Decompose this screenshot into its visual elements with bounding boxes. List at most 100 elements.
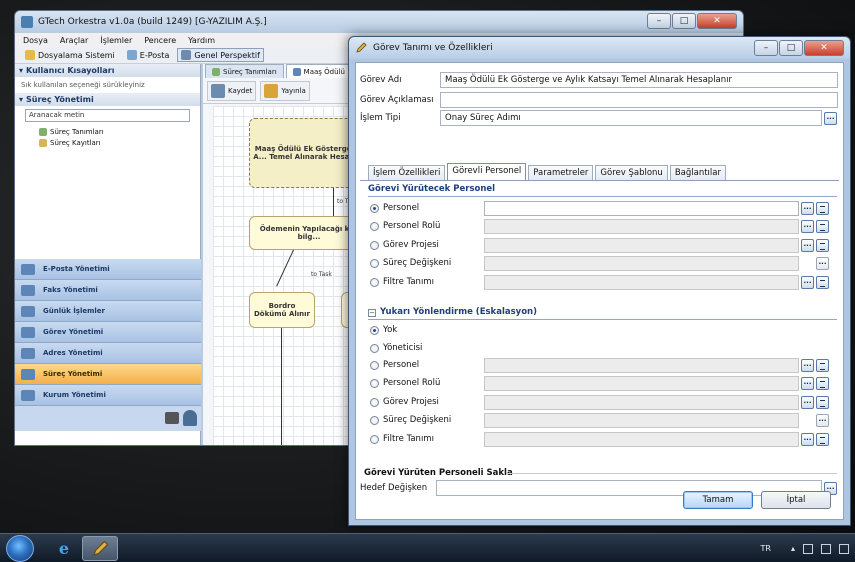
dosyalama-button[interactable]: Dosyalama Sistemi: [21, 48, 119, 62]
islem-tipi-input[interactable]: Onay Süreç Adımı: [440, 110, 822, 126]
gorev-projesi-list-button[interactable]: [816, 239, 829, 252]
esk-personel-browse-button[interactable]: ...: [801, 359, 814, 372]
tab-gorevli-personel[interactable]: Görevli Personel: [447, 163, 527, 180]
dialog-close-button[interactable]: ✕: [804, 40, 844, 56]
radio-yoneticisi[interactable]: Yöneticisi: [370, 341, 422, 355]
ok-button[interactable]: Tamam: [683, 491, 753, 509]
esk-personel-list-button[interactable]: [816, 359, 829, 372]
dialog-maximize-button[interactable]: □: [779, 40, 803, 56]
radio-dot[interactable]: [370, 415, 379, 425]
save-button[interactable]: Kaydet: [207, 80, 257, 101]
personel-browse-button[interactable]: ...: [801, 202, 814, 215]
tree-item-surec-tanimlari[interactable]: Süreç Tanımları: [15, 126, 200, 137]
radio-esk-gorev-projesi[interactable]: Görev Projesi: [370, 395, 439, 409]
radio-dot[interactable]: [370, 203, 379, 213]
personel-rolu-browse-button[interactable]: ...: [801, 220, 814, 233]
cancel-button[interactable]: İptal: [761, 491, 831, 509]
tab-islem-ozellikleri[interactable]: İşlem Özellikleri: [368, 165, 446, 180]
radio-filtre-tanimi[interactable]: Filtre Tanımı: [370, 275, 434, 289]
esk-gorev-projesi-input: [484, 395, 799, 410]
personel-list-button[interactable]: [816, 202, 829, 215]
gorev-projesi-browse-button[interactable]: ...: [801, 239, 814, 252]
process-header[interactable]: ▾ Süreç Yönetimi: [15, 93, 200, 106]
radio-esk-surec-degiskeni[interactable]: Süreç Değişkeni: [370, 413, 451, 427]
menu-pencere[interactable]: Pencere: [144, 36, 176, 45]
network-icon[interactable]: [821, 543, 831, 554]
filtre-tanimi-browse-button[interactable]: ...: [801, 276, 814, 289]
nav-gorev[interactable]: Görev Yönetimi: [15, 322, 201, 343]
search-input[interactable]: Aranacak metin: [25, 109, 190, 122]
esk-surec-degiskeni-browse-button[interactable]: ...: [816, 414, 829, 427]
nav-kurum[interactable]: Kurum Yönetimi: [15, 385, 201, 406]
surec-degiskeni-browse-button[interactable]: ...: [816, 257, 829, 270]
flag-icon[interactable]: [803, 543, 813, 554]
esk-filtre-tanimi-browse-button[interactable]: ...: [801, 433, 814, 446]
radio-surec-degiskeni[interactable]: Süreç Değişkeni: [370, 256, 451, 270]
ie-icon[interactable]: e: [46, 536, 82, 561]
radio-dot[interactable]: [370, 378, 379, 388]
radio-dot[interactable]: [370, 258, 379, 268]
personel-rolu-list-button[interactable]: [816, 220, 829, 233]
publish-label: Yayınla: [281, 86, 306, 95]
nav-eposta[interactable]: E-Posta Yönetimi: [15, 259, 201, 280]
radio-dot[interactable]: [370, 343, 379, 353]
esk-personel-rolu-browse-button[interactable]: ...: [801, 377, 814, 390]
eposta-button[interactable]: E-Posta: [123, 48, 174, 62]
menu-dosya[interactable]: Dosya: [23, 36, 48, 45]
tree-item-surec-kayitlari[interactable]: Süreç Kayıtları: [15, 137, 200, 148]
esk-gorev-projesi-browse-button[interactable]: ...: [801, 396, 814, 409]
maximize-button[interactable]: □: [672, 13, 696, 29]
process-node-3[interactable]: Bordro Dökümü Alınır: [249, 292, 315, 328]
tab-gorev-sablonu[interactable]: Görev Şablonu: [595, 165, 668, 180]
minimize-button[interactable]: –: [647, 13, 671, 29]
start-button[interactable]: [6, 535, 34, 562]
gorev-adi-input[interactable]: Maaş Ödülü Ek Gösterge ve Aylık Katsayı …: [440, 72, 838, 88]
perspektif-button[interactable]: Genel Perspektif: [177, 48, 264, 62]
volume-icon[interactable]: [839, 543, 849, 554]
close-button[interactable]: ✕: [697, 13, 737, 29]
tab-surec-tanimlari[interactable]: Süreç Tanımları: [205, 64, 284, 78]
nav-surec[interactable]: Süreç Yönetimi: [15, 364, 201, 385]
nav-faks[interactable]: Faks Yönetimi: [15, 280, 201, 301]
aciklama-input[interactable]: [440, 92, 838, 108]
printer-icon[interactable]: [165, 412, 179, 424]
menu-yardim[interactable]: Yardım: [188, 36, 215, 45]
radio-esk-personel[interactable]: Personel: [370, 358, 419, 372]
nav-adres[interactable]: Adres Yönetimi: [15, 343, 201, 364]
tab-parametreler[interactable]: Parametreler: [528, 165, 594, 180]
orkestra-taskbar-button[interactable]: [82, 536, 118, 561]
shortcuts-header[interactable]: ▾ Kullanıcı Kısayolları: [15, 64, 200, 77]
radio-dot[interactable]: [370, 221, 379, 231]
radio-dot[interactable]: [370, 434, 379, 444]
radio-esk-personel-rolu[interactable]: Personel Rolü: [370, 376, 440, 390]
language-indicator[interactable]: TR: [761, 544, 771, 553]
nav-gunluk[interactable]: Günlük İşlemler: [15, 301, 201, 322]
personel-input[interactable]: [484, 201, 799, 216]
menu-islemler[interactable]: İşlemler: [100, 36, 132, 45]
user-icon[interactable]: [183, 410, 197, 426]
esk-gorev-projesi-list-button[interactable]: [816, 396, 829, 409]
tab-baglantilar[interactable]: Bağlantılar: [669, 165, 726, 180]
collapse-icon[interactable]: −: [368, 309, 376, 317]
dialog-minimize-button[interactable]: –: [754, 40, 778, 56]
tab-maas-odulu[interactable]: Maaş Ödülü: [285, 64, 352, 78]
radio-dot[interactable]: [370, 277, 379, 287]
esk-filtre-tanimi-list-button[interactable]: [816, 433, 829, 446]
menu-araclar[interactable]: Araçlar: [60, 36, 88, 45]
document-icon: [39, 127, 47, 136]
radio-dot[interactable]: [370, 240, 379, 250]
publish-button[interactable]: Yayınla: [260, 80, 310, 101]
radio-label: Görev Projesi: [383, 240, 439, 250]
radio-gorev-projesi[interactable]: Görev Projesi: [370, 238, 439, 252]
radio-yok[interactable]: Yok: [370, 323, 397, 337]
radio-dot[interactable]: [370, 325, 379, 335]
chevron-up-icon[interactable]: ▴: [791, 544, 795, 553]
radio-dot[interactable]: [370, 360, 379, 370]
radio-dot[interactable]: [370, 397, 379, 407]
radio-esk-filtre-tanimi[interactable]: Filtre Tanımı: [370, 432, 434, 446]
radio-personel-rolu[interactable]: Personel Rolü: [370, 219, 440, 233]
filtre-tanimi-list-button[interactable]: [816, 276, 829, 289]
esk-personel-rolu-list-button[interactable]: [816, 377, 829, 390]
islem-tipi-browse-button[interactable]: ...: [824, 112, 837, 125]
radio-personel[interactable]: Personel: [370, 201, 419, 215]
